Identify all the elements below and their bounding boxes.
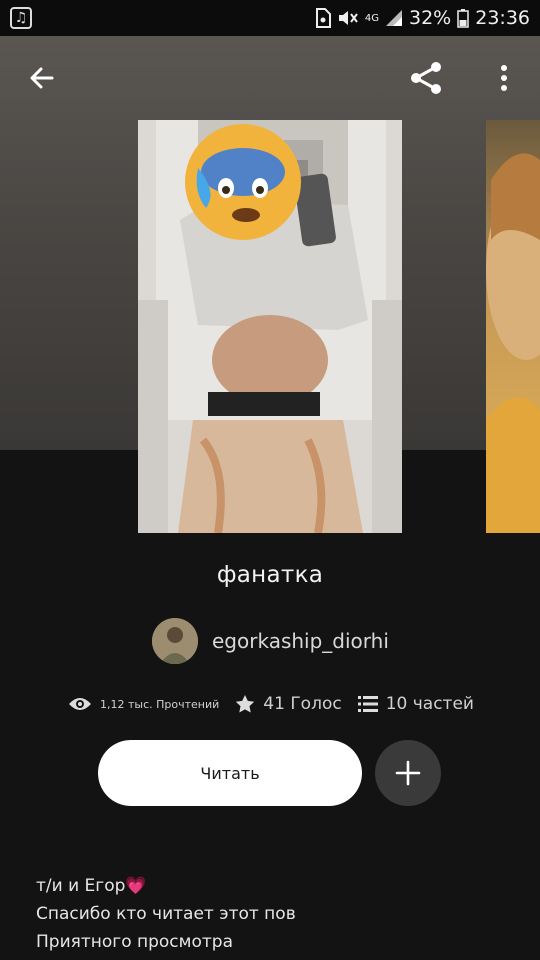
arrow-left-icon bbox=[30, 67, 54, 89]
description-line: Приятного просмотра bbox=[36, 932, 233, 952]
next-book-cover[interactable] bbox=[486, 120, 540, 533]
avatar-image bbox=[152, 618, 198, 664]
share-icon bbox=[411, 62, 441, 94]
votes-stat: 41 Голос bbox=[235, 694, 342, 714]
reads-stat: 1,12 тыс. Прочтений bbox=[68, 696, 219, 712]
music-app-icon: ♫ bbox=[10, 7, 32, 29]
sim-icon bbox=[315, 8, 331, 28]
clock: 23:36 bbox=[475, 7, 530, 29]
plus-icon bbox=[395, 760, 421, 786]
list-icon bbox=[357, 696, 378, 712]
eye-icon bbox=[69, 698, 91, 710]
mute-icon bbox=[337, 8, 359, 28]
battery-percent: 32% bbox=[409, 7, 452, 29]
back-button[interactable] bbox=[22, 58, 62, 98]
avatar[interactable] bbox=[152, 618, 198, 664]
add-to-library-button[interactable] bbox=[375, 740, 441, 806]
more-options-button[interactable] bbox=[488, 56, 520, 100]
cover-image bbox=[138, 120, 402, 533]
status-bar: ♫ 4G 32% 23:36 bbox=[0, 0, 540, 36]
reads-count: 1,12 тыс. Прочтений bbox=[100, 697, 220, 711]
description-line: т/и и Егор💗 bbox=[36, 876, 147, 896]
read-button[interactable]: Читать bbox=[98, 740, 362, 806]
parts-count: 10 частей bbox=[385, 694, 474, 714]
author-name[interactable]: egorkaship_diorhi bbox=[212, 629, 389, 653]
book-cover[interactable] bbox=[138, 120, 402, 533]
star-icon bbox=[236, 695, 255, 713]
book-description: т/и и Егор💗 Спасибо кто читает этот пов … bbox=[36, 872, 506, 956]
status-indicators: 4G 32% 23:36 bbox=[315, 7, 530, 29]
description-line: Спасибо кто читает этот пов bbox=[36, 904, 296, 924]
book-title: фанатка bbox=[216, 562, 324, 588]
stats-row: 1,12 тыс. Прочтений 41 Голос 10 частей bbox=[68, 690, 474, 718]
top-bar bbox=[0, 50, 540, 106]
author-row[interactable]: egorkaship_diorhi bbox=[152, 618, 389, 664]
share-button[interactable] bbox=[404, 56, 448, 100]
more-vertical-icon bbox=[501, 65, 507, 91]
network-type-label: 4G bbox=[364, 12, 379, 24]
parts-stat: 10 частей bbox=[357, 694, 474, 714]
signal-icon bbox=[385, 9, 403, 27]
battery-icon bbox=[457, 8, 469, 28]
votes-count: 41 Голос bbox=[263, 694, 342, 714]
next-cover-image bbox=[486, 153, 540, 533]
